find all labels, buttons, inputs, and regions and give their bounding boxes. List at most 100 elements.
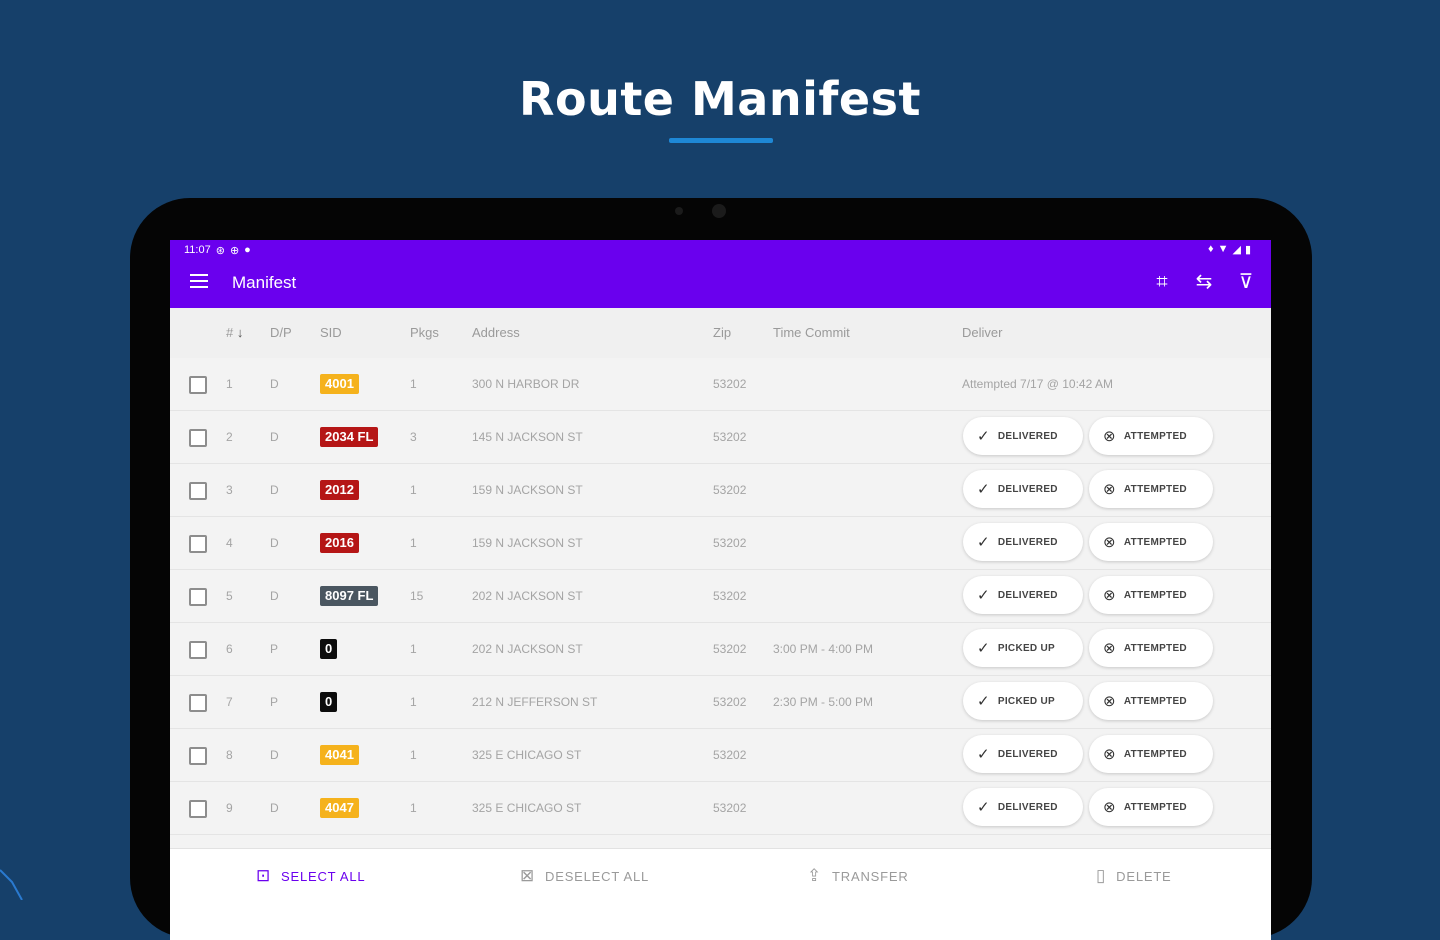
scan-barcode-icon[interactable]: ⌗ xyxy=(1150,270,1174,294)
delete-button[interactable]: ▯ DELETE xyxy=(1096,866,1172,886)
row-address: 300 N HARBOR DR xyxy=(472,377,580,391)
checkmark-icon: ✓ xyxy=(977,481,990,498)
table-row[interactable]: 8 D 4041 1 325 E CHICAGO ST 53202 ✓ DELIVERED ⊗ A… xyxy=(170,729,1271,782)
row-dp: D xyxy=(270,377,279,391)
checkmark-icon: ✓ xyxy=(977,640,990,657)
bottom-action-bar: ⊡ SELECT ALL ⊠ DESELECT ALL ⇪ TRANSFER ▯… xyxy=(170,848,1271,940)
table-row[interactable]: 6 P 0 1 202 N JACKSON ST 53202 3:00 PM - 4:00 … xyxy=(170,623,1271,676)
row-zip: 53202 xyxy=(713,695,747,709)
attempted-button[interactable]: ⊗ ATTEMPTED xyxy=(1089,470,1213,508)
attempted-button[interactable]: ⊗ ATTEMPTED xyxy=(1089,682,1213,720)
deselect-all-button[interactable]: ⊠ DESELECT ALL xyxy=(520,866,649,886)
attempted-button-label: ATTEMPTED xyxy=(1123,801,1187,813)
attempted-button[interactable]: ⊗ ATTEMPTED xyxy=(1089,788,1213,826)
column-header-dp: D/P xyxy=(270,325,292,340)
attempted-button[interactable]: ⊗ ATTEMPTED xyxy=(1089,417,1213,455)
promo-underline xyxy=(669,138,773,143)
checkmark-icon: ✓ xyxy=(977,428,990,445)
table-row[interactable]: 9 D 4047 1 325 E CHICAGO ST 53202 ✓ DELIVERED ⊗ A… xyxy=(170,782,1271,835)
row-pkgs: 1 xyxy=(410,377,417,391)
row-checkbox[interactable] xyxy=(189,747,207,765)
row-number: 4 xyxy=(226,536,233,550)
row-dp: P xyxy=(270,642,279,656)
row-address: 145 N JACKSON ST xyxy=(472,430,583,444)
row-number: 2 xyxy=(226,430,233,444)
sid-badge: 8097 FL xyxy=(320,586,379,606)
delivered-button-label: DELIVERED xyxy=(997,536,1058,548)
row-pkgs: 1 xyxy=(410,536,417,550)
delivered-button[interactable]: ✓ PICKED UP xyxy=(963,682,1083,720)
checkmark-icon: ✓ xyxy=(977,534,990,551)
delivered-button[interactable]: ✓ DELIVERED xyxy=(963,735,1083,773)
transfer-button[interactable]: ⇪ TRANSFER xyxy=(807,866,909,886)
table-row[interactable]: 5 D 8097 FL 15 202 N JACKSON ST 53202 ✓ DELIVER… xyxy=(170,570,1271,623)
transfer-label: TRANSFER xyxy=(832,868,909,884)
checkmark-icon: ✓ xyxy=(977,746,990,763)
row-checkbox[interactable] xyxy=(189,535,207,553)
row-zip: 53202 xyxy=(713,536,747,550)
row-pkgs: 1 xyxy=(410,642,417,656)
table-row[interactable]: 2 D 2034 FL 3 145 N JACKSON ST 53202 ✓ DELIVERE… xyxy=(170,411,1271,464)
checkmark-icon: ✓ xyxy=(977,693,990,710)
delete-icon: ▯ xyxy=(1096,866,1107,885)
row-checkbox[interactable] xyxy=(189,800,207,818)
row-number: 1 xyxy=(226,377,233,391)
transfer-icon: ⇪ xyxy=(807,866,823,885)
sid-badge: 4047 xyxy=(320,798,359,818)
battery-icon: ▮ xyxy=(1244,244,1251,256)
row-number: 8 xyxy=(226,748,233,762)
camera-sensor xyxy=(675,207,683,215)
delivered-button[interactable]: ✓ DELIVERED xyxy=(963,788,1083,826)
cancel-circle-icon: ⊗ xyxy=(1103,799,1116,816)
delivered-button[interactable]: ✓ DELIVERED xyxy=(963,417,1083,455)
row-checkbox[interactable] xyxy=(189,694,207,712)
row-zip: 53202 xyxy=(713,642,747,656)
column-header-time-commit: Time Commit xyxy=(773,325,850,340)
row-number: 6 xyxy=(226,642,233,656)
table-row[interactable]: 7 P 0 1 212 N JEFFERSON ST 53202 2:30 PM - 5:0… xyxy=(170,676,1271,729)
table-row[interactable]: 4 D 2016 1 159 N JACKSON ST 53202 ✓ DELIVERED ⊗ A… xyxy=(170,517,1271,570)
row-address: 212 N JEFFERSON ST xyxy=(472,695,598,709)
row-dp: D xyxy=(270,801,279,815)
signal-icon: ◢ xyxy=(1232,244,1241,256)
column-header-number-label: # xyxy=(226,325,234,340)
row-pkgs: 1 xyxy=(410,801,417,815)
attempted-button[interactable]: ⊗ ATTEMPTED xyxy=(1089,629,1213,667)
attempted-button-label: ATTEMPTED xyxy=(1123,748,1187,760)
attempted-button[interactable]: ⊗ ATTEMPTED xyxy=(1089,523,1213,561)
column-header-number[interactable]: # ↓ xyxy=(226,325,243,340)
row-address: 325 E CHICAGO ST xyxy=(472,748,582,762)
delivered-button-label: DELIVERED xyxy=(997,483,1058,495)
delivered-button[interactable]: ✓ PICKED UP xyxy=(963,629,1083,667)
row-time-commit: 2:30 PM - 5:00 PM xyxy=(773,695,874,709)
sid-badge: 4041 xyxy=(320,745,359,765)
cancel-circle-icon: ⊗ xyxy=(1103,640,1116,657)
select-all-icon: ⊡ xyxy=(256,866,272,885)
location-icon: ● xyxy=(244,244,251,256)
delivered-button-label: DELIVERED xyxy=(997,589,1058,601)
table-row[interactable]: 1 D 4001 1 300 N HARBOR DR 53202 Attempted 7/1… xyxy=(170,358,1271,411)
row-checkbox[interactable] xyxy=(189,429,207,447)
delivered-button[interactable]: ✓ DELIVERED xyxy=(963,470,1083,508)
app-notification-icon: ⊕ xyxy=(229,244,240,257)
hamburger-menu-icon[interactable] xyxy=(190,274,208,288)
row-checkbox[interactable] xyxy=(189,588,207,606)
delivered-button-label: PICKED UP xyxy=(997,695,1056,707)
attempted-button[interactable]: ⊗ ATTEMPTED xyxy=(1089,735,1213,773)
sync-icon: ⊛ xyxy=(215,244,225,257)
filter-icon[interactable]: ⊽ xyxy=(1234,270,1258,294)
delivered-button[interactable]: ✓ DELIVERED xyxy=(963,523,1083,561)
sort-list-icon[interactable]: ⇆ xyxy=(1192,270,1216,294)
table-header: # ↓ D/P SID Pkgs Address Zip Time Commit… xyxy=(170,308,1271,359)
wifi-icon: ▼ xyxy=(1217,243,1229,255)
row-checkbox[interactable] xyxy=(189,641,207,659)
row-zip: 53202 xyxy=(713,430,747,444)
delivered-button[interactable]: ✓ DELIVERED xyxy=(963,576,1083,614)
row-checkbox[interactable] xyxy=(189,482,207,500)
status-bar-left: 11:07 ⊛ ⊕ ● xyxy=(184,243,251,257)
sid-badge: 0 xyxy=(320,639,338,659)
attempted-button[interactable]: ⊗ ATTEMPTED xyxy=(1089,576,1213,614)
table-row[interactable]: 3 D 2012 1 159 N JACKSON ST 53202 ✓ DELIVERED ⊗ A… xyxy=(170,464,1271,517)
row-checkbox[interactable] xyxy=(189,376,207,394)
select-all-button[interactable]: ⊡ SELECT ALL xyxy=(256,866,365,886)
